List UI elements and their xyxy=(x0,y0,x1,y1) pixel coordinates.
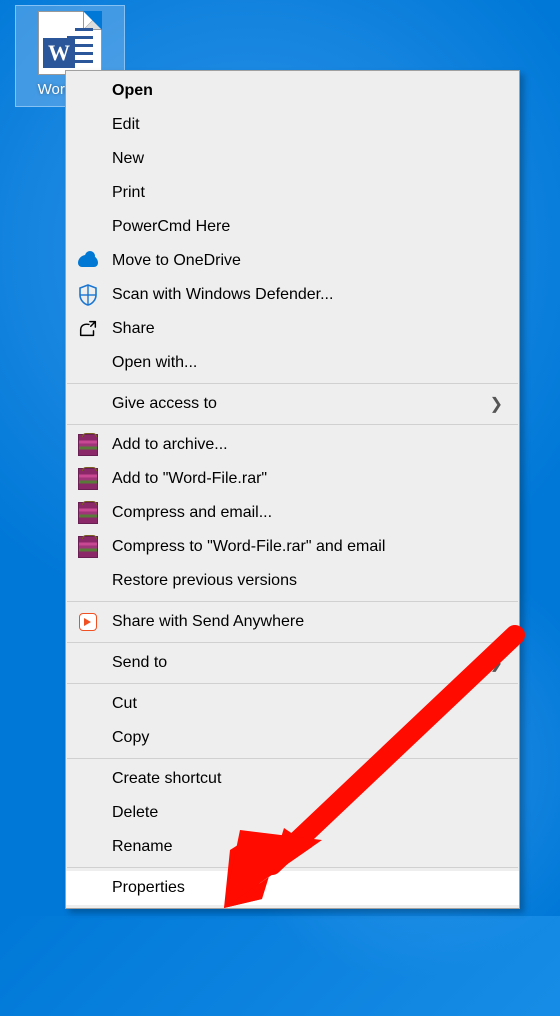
menu-item-addarchive[interactable]: Add to archive... xyxy=(66,428,519,462)
word-badge: W xyxy=(43,38,75,68)
menu-separator xyxy=(67,683,518,684)
menu-item-createshortcut[interactable]: Create shortcut xyxy=(66,762,519,796)
menu-item-label: Add to archive... xyxy=(112,436,228,454)
menu-item-restore[interactable]: Restore previous versions xyxy=(66,564,519,598)
menu-item-share[interactable]: Share xyxy=(66,312,519,346)
menu-item-defender[interactable]: Scan with Windows Defender... xyxy=(66,278,519,312)
menu-item-label: Compress and email... xyxy=(112,504,272,522)
menu-item-delete[interactable]: Delete xyxy=(66,796,519,830)
share-icon xyxy=(77,318,99,340)
menu-item-label: Create shortcut xyxy=(112,770,221,788)
menu-item-onedrive[interactable]: Move to OneDrive xyxy=(66,244,519,278)
menu-item-properties[interactable]: Properties xyxy=(66,871,519,905)
send-anywhere-icon xyxy=(79,613,97,631)
menu-separator xyxy=(67,383,518,384)
menu-item-label: Cut xyxy=(112,695,137,713)
menu-item-label: New xyxy=(112,150,144,168)
winrar-icon xyxy=(78,536,98,558)
menu-item-giveaccess[interactable]: Give access to ❯ xyxy=(66,387,519,421)
menu-item-cut[interactable]: Cut xyxy=(66,687,519,721)
menu-item-label: Edit xyxy=(112,116,140,134)
shield-icon xyxy=(76,283,100,307)
menu-item-label: Open with... xyxy=(112,354,197,372)
menu-item-open[interactable]: Open xyxy=(66,74,519,108)
menu-item-label: Compress to "Word-File.rar" and email xyxy=(112,538,385,556)
menu-item-label: Add to "Word-File.rar" xyxy=(112,470,267,488)
menu-item-edit[interactable]: Edit xyxy=(66,108,519,142)
menu-item-label: Print xyxy=(112,184,145,202)
menu-item-label: Scan with Windows Defender... xyxy=(112,286,333,304)
menu-item-label: Properties xyxy=(112,879,185,897)
menu-item-new[interactable]: New xyxy=(66,142,519,176)
menu-item-label: Delete xyxy=(112,804,158,822)
menu-item-label: Rename xyxy=(112,838,172,856)
chevron-right-icon: ❯ xyxy=(490,653,503,673)
menu-item-label: Open xyxy=(112,82,153,100)
menu-separator xyxy=(67,758,518,759)
menu-item-label: Restore previous versions xyxy=(112,572,297,590)
menu-item-sendto[interactable]: Send to ❯ xyxy=(66,646,519,680)
menu-item-openwith[interactable]: Open with... xyxy=(66,346,519,380)
word-file-icon: W xyxy=(38,11,102,75)
menu-item-print[interactable]: Print xyxy=(66,176,519,210)
menu-separator xyxy=(67,642,518,643)
menu-separator xyxy=(67,601,518,602)
menu-item-compressmail[interactable]: Compress and email... xyxy=(66,496,519,530)
menu-item-label: Move to OneDrive xyxy=(112,252,241,270)
menu-item-compresstorarmail[interactable]: Compress to "Word-File.rar" and email xyxy=(66,530,519,564)
menu-item-label: Give access to xyxy=(112,395,217,413)
winrar-icon xyxy=(78,502,98,524)
winrar-icon xyxy=(78,468,98,490)
menu-separator xyxy=(67,424,518,425)
menu-separator xyxy=(67,867,518,868)
menu-item-label: Copy xyxy=(112,729,149,747)
context-menu: Open Edit New Print PowerCmd Here Move to One… xyxy=(65,70,520,909)
menu-item-copy[interactable]: Copy xyxy=(66,721,519,755)
menu-item-sendanywhere[interactable]: Share with Send Anywhere xyxy=(66,605,519,639)
menu-item-powercmd[interactable]: PowerCmd Here xyxy=(66,210,519,244)
winrar-icon xyxy=(78,434,98,456)
menu-item-addtorar[interactable]: Add to "Word-File.rar" xyxy=(66,462,519,496)
menu-item-label: Send to xyxy=(112,654,167,672)
menu-item-rename[interactable]: Rename xyxy=(66,830,519,864)
onedrive-icon xyxy=(78,255,98,267)
chevron-right-icon: ❯ xyxy=(490,394,503,414)
menu-item-label: Share xyxy=(112,320,155,338)
menu-item-label: PowerCmd Here xyxy=(112,218,230,236)
menu-item-label: Share with Send Anywhere xyxy=(112,613,304,631)
